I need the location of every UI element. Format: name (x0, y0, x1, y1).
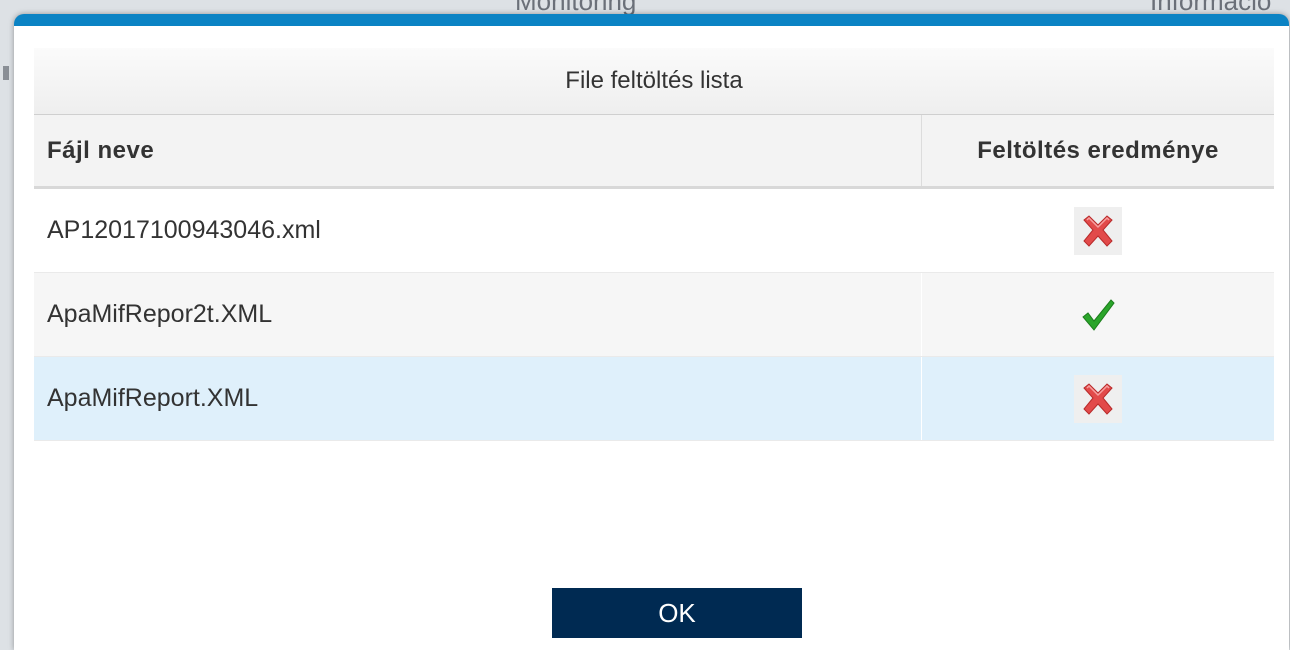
dialog-title: File feltöltés lista (34, 48, 1274, 115)
upload-result-cell (921, 357, 1274, 440)
file-name-cell: ApaMifReport.XML (47, 384, 259, 412)
table-header: Fájl neve Feltöltés eredménye (34, 115, 1274, 189)
upload-result-cell (921, 189, 1274, 272)
file-name-cell: ApaMifRepor2t.XML (47, 300, 273, 328)
upload-results-table: Fájl neve Feltöltés eredménye AP12017100… (34, 115, 1274, 441)
upload-list-dialog: File feltöltés lista Fájl neve Feltöltés… (14, 14, 1289, 650)
table-row[interactable]: AP12017100943046.xml (34, 189, 1274, 273)
ok-button[interactable]: OK (552, 588, 802, 638)
error-icon (1074, 206, 1122, 255)
background-marker (3, 66, 9, 80)
table-row[interactable]: ApaMifReport.XML (34, 357, 1274, 441)
column-header-upload-result[interactable]: Feltöltés eredménye (921, 115, 1274, 186)
upload-result-cell (921, 273, 1274, 356)
success-icon (1074, 291, 1122, 339)
file-name-cell: AP12017100943046.xml (47, 216, 321, 244)
table-row[interactable]: ApaMifRepor2t.XML (34, 273, 1274, 357)
error-icon (1074, 374, 1122, 423)
column-header-file-name[interactable]: Fájl neve (34, 115, 921, 186)
